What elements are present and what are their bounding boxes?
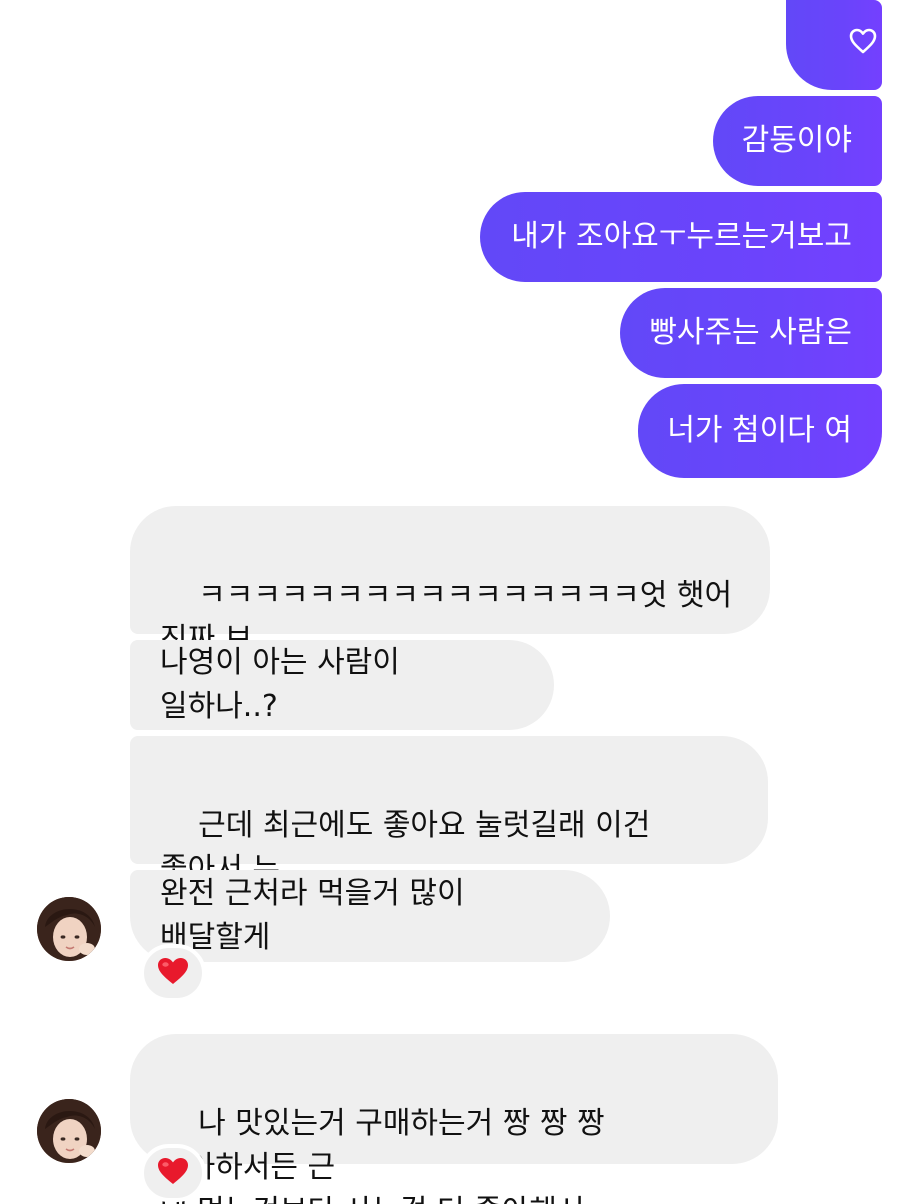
heart-reaction[interactable] — [140, 1144, 206, 1202]
sender-avatar[interactable] — [37, 1099, 101, 1163]
message-thread: 감동이야 내가 조아요ㅜ누르는거보고 빵사주는 사람은 너가 첨이다 여 ㅋㅋㅋ… — [0, 0, 900, 1204]
message-text: 완전 근처라 먹을거 많이 배달할게 — [160, 876, 475, 955]
incoming-message[interactable]: 완전 근처라 먹을거 많이 배달할게 — [130, 870, 610, 962]
message-text: 나 맛있는거 구매하는거 짱 짱 짱 좋아하서든 근 데 먹는것보단 사는걸 더… — [160, 1106, 605, 1204]
message-text: 나영이 아는 사람이 일하나..? — [160, 645, 410, 724]
outgoing-message[interactable]: 감동이야 — [713, 96, 882, 186]
incoming-message[interactable]: 나 맛있는거 구매하는거 짱 짱 짱 좋아하서든 근 데 먹는것보단 사는걸 더… — [130, 1034, 778, 1204]
message-text: 감동이야 — [741, 123, 852, 158]
heart-outline-icon — [791, 0, 876, 111]
incoming-message[interactable]: 나영이 아는 사람이 일하나..? — [130, 640, 554, 730]
message-text: 빵사주는 사람은 — [649, 315, 852, 350]
red-heart-icon — [156, 1156, 190, 1190]
heart-reaction[interactable] — [140, 944, 206, 1002]
outgoing-message[interactable]: 너가 첨이다 여 — [638, 384, 882, 478]
message-text: 너가 첨이다 여 — [667, 413, 852, 448]
sender-avatar[interactable] — [37, 897, 101, 961]
outgoing-message-heart[interactable] — [786, 0, 882, 90]
red-heart-icon — [156, 956, 190, 990]
incoming-message[interactable]: 근데 최근에도 좋아요 눌럿길래 이건 좋아서 누 른거다 싶엇지 — [130, 736, 768, 931]
outgoing-message[interactable]: 내가 조아요ㅜ누르는거보고 — [480, 192, 882, 282]
outgoing-message[interactable]: 빵사주는 사람은 — [620, 288, 882, 378]
incoming-message[interactable]: ㅋㅋㅋㅋㅋㅋㅋㅋㅋㅋㅋㅋㅋㅋㅋㅋ엇 햇어 진짜 보 고 — [130, 506, 770, 701]
message-text: 내가 조아요ㅜ누르는거보고 — [511, 219, 852, 254]
